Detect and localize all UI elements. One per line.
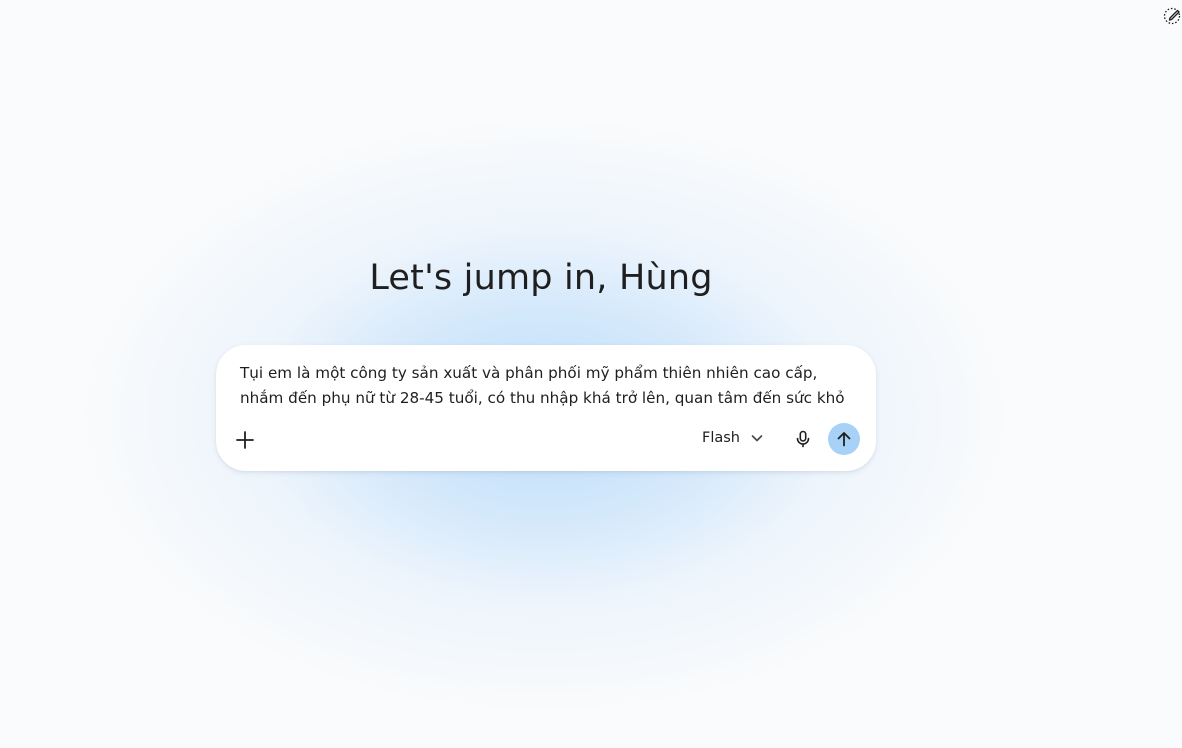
new-chat-corner-button[interactable] xyxy=(1162,5,1182,25)
model-label: Flash xyxy=(702,430,740,446)
prompt-composer: Tụi em là một công ty sản xuất và phân p… xyxy=(216,345,876,471)
voice-input-button[interactable] xyxy=(788,424,818,454)
plus-icon xyxy=(236,431,254,449)
send-button[interactable] xyxy=(828,423,860,455)
model-selector[interactable]: Flash xyxy=(692,423,774,453)
chevron-down-icon xyxy=(751,435,763,442)
greeting-title: Let's jump in, Hùng xyxy=(369,258,713,298)
microphone-icon xyxy=(796,430,810,448)
prompt-input[interactable]: Tụi em là một công ty sản xuất và phân p… xyxy=(240,361,850,411)
add-attachment-button[interactable] xyxy=(230,425,260,455)
edit-sparkle-icon xyxy=(1163,7,1181,25)
arrow-up-icon xyxy=(837,432,851,447)
